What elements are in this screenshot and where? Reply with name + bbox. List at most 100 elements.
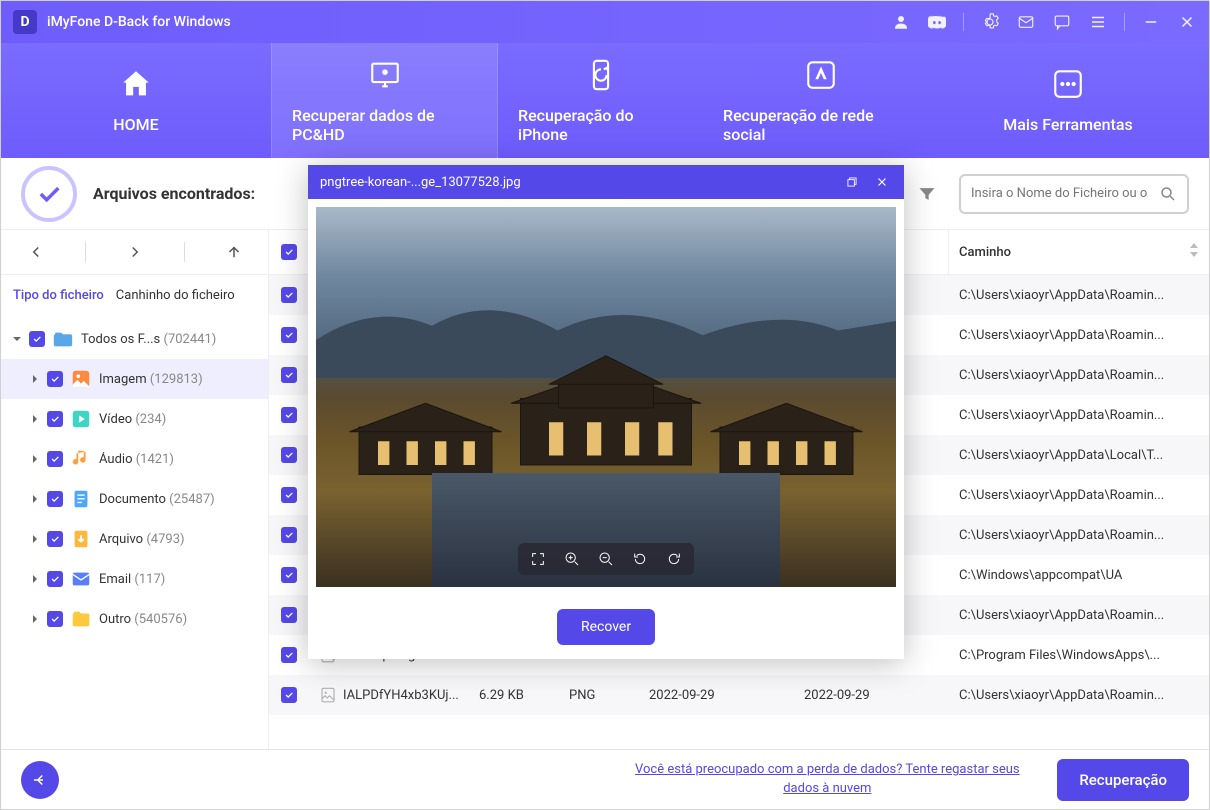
category-icon bbox=[69, 607, 93, 631]
nav-up[interactable] bbox=[214, 237, 254, 267]
gear-icon[interactable] bbox=[980, 12, 1000, 32]
row-checkbox[interactable] bbox=[281, 607, 297, 623]
tree-label: Documento (25487) bbox=[99, 492, 215, 507]
tree-label: Vídeo (234) bbox=[99, 412, 166, 427]
tree-item[interactable]: Documento (25487) bbox=[1, 479, 268, 519]
rotate-left-icon[interactable] bbox=[630, 549, 650, 569]
sidebar-tab-path[interactable]: Canhinho do ficheiro bbox=[116, 288, 235, 303]
tab-home[interactable]: HOME bbox=[1, 43, 271, 158]
table-row[interactable]: IALPDfYH4xb3KUj...6.29 KBPNG2022-09-2920… bbox=[269, 675, 1209, 715]
tree-label: Arquivo (4793) bbox=[99, 532, 185, 547]
footer: Você está preocupado com a perda de dado… bbox=[1, 749, 1209, 809]
footer-cloud-link[interactable]: Você está preocupado com a perda de dado… bbox=[617, 761, 1037, 797]
home-icon bbox=[119, 67, 153, 105]
th-path[interactable]: Caminho bbox=[949, 230, 1209, 274]
category-icon bbox=[69, 407, 93, 431]
nav-back[interactable] bbox=[16, 237, 56, 267]
preview-recover-button[interactable]: Recover bbox=[557, 609, 655, 645]
preview-toolbar bbox=[518, 543, 694, 575]
search-input[interactable] bbox=[971, 186, 1151, 201]
tree-item[interactable]: Arquivo (4793) bbox=[1, 519, 268, 559]
row-checkbox[interactable] bbox=[281, 447, 297, 463]
row-checkbox[interactable] bbox=[281, 647, 297, 663]
caret-icon[interactable] bbox=[11, 334, 23, 344]
preview-modal: pngtree-korean-...ge_13077528.jpg Recove… bbox=[308, 165, 904, 659]
tree-checkbox[interactable] bbox=[47, 371, 63, 387]
caret-icon[interactable] bbox=[29, 614, 41, 624]
row-checkbox[interactable] bbox=[281, 287, 297, 303]
tab-more-tools[interactable]: Mais Ferramentas bbox=[938, 43, 1198, 158]
row-checkbox[interactable] bbox=[281, 407, 297, 423]
caret-icon[interactable] bbox=[29, 494, 41, 504]
fullscreen-icon[interactable] bbox=[528, 549, 548, 569]
tree-item[interactable]: Todos os F...s (702441) bbox=[1, 319, 268, 359]
tab-recover-pc[interactable]: Recuperar dados de PC&HD bbox=[272, 43, 497, 158]
app-logo: D bbox=[13, 10, 37, 34]
category-icon bbox=[69, 487, 93, 511]
preview-image bbox=[316, 207, 896, 587]
file-icon bbox=[319, 686, 337, 704]
more-icon bbox=[1051, 67, 1085, 105]
status-label: Arquivos encontrados: bbox=[93, 184, 255, 203]
monitor-icon bbox=[368, 58, 402, 96]
menu-icon[interactable] bbox=[1088, 12, 1108, 32]
footer-back-button[interactable] bbox=[21, 761, 59, 799]
phone-icon bbox=[584, 58, 618, 96]
search-input-wrap[interactable] bbox=[959, 174, 1189, 214]
sidebar: Tipo do ficheiro Canhinho do ficheiro To… bbox=[1, 230, 269, 749]
zoom-out-icon[interactable] bbox=[596, 549, 616, 569]
row-checkbox[interactable] bbox=[281, 367, 297, 383]
row-checkbox[interactable] bbox=[281, 327, 297, 343]
category-icon bbox=[69, 527, 93, 551]
preview-close-icon[interactable] bbox=[872, 172, 892, 192]
caret-icon[interactable] bbox=[29, 374, 41, 384]
filter-icon[interactable] bbox=[911, 178, 943, 210]
tree-label: Outro (540576) bbox=[99, 612, 187, 627]
tree-item[interactable]: Imagem (129813) bbox=[1, 359, 268, 399]
nav-forward[interactable] bbox=[115, 237, 155, 267]
tab-recover-iphone[interactable]: Recuperação do iPhone bbox=[498, 43, 703, 158]
minimize-icon[interactable] bbox=[1141, 12, 1161, 32]
category-icon bbox=[69, 447, 93, 471]
category-icon bbox=[69, 367, 93, 391]
tree-checkbox[interactable] bbox=[47, 451, 63, 467]
tree-item[interactable]: Vídeo (234) bbox=[1, 399, 268, 439]
footer-recover-button[interactable]: Recuperação bbox=[1057, 759, 1189, 801]
tree-checkbox[interactable] bbox=[29, 331, 45, 347]
tree-checkbox[interactable] bbox=[47, 411, 63, 427]
tree-item[interactable]: Áudio (1421) bbox=[1, 439, 268, 479]
caret-icon[interactable] bbox=[29, 574, 41, 584]
preview-restore-icon[interactable] bbox=[842, 172, 862, 192]
category-icon bbox=[51, 327, 75, 351]
status-check-icon bbox=[21, 166, 77, 222]
account-icon[interactable] bbox=[891, 12, 911, 32]
tree-checkbox[interactable] bbox=[47, 611, 63, 627]
tree-checkbox[interactable] bbox=[47, 571, 63, 587]
caret-icon[interactable] bbox=[29, 454, 41, 464]
select-all-checkbox[interactable] bbox=[281, 244, 297, 260]
tab-recover-social[interactable]: Recuperação de rede social bbox=[703, 43, 938, 158]
tree-checkbox[interactable] bbox=[47, 491, 63, 507]
tree-item[interactable]: Email (117) bbox=[1, 559, 268, 599]
feedback-icon[interactable] bbox=[1052, 12, 1072, 32]
row-checkbox[interactable] bbox=[281, 567, 297, 583]
row-checkbox[interactable] bbox=[281, 487, 297, 503]
close-icon[interactable] bbox=[1177, 12, 1197, 32]
sidebar-tab-type[interactable]: Tipo do ficheiro bbox=[13, 288, 104, 303]
mail-icon[interactable] bbox=[1016, 12, 1036, 32]
tree-label: Todos os F...s (702441) bbox=[81, 332, 216, 347]
row-checkbox[interactable] bbox=[281, 527, 297, 543]
rotate-right-icon[interactable] bbox=[664, 549, 684, 569]
caret-icon[interactable] bbox=[29, 414, 41, 424]
preview-filename: pngtree-korean-...ge_13077528.jpg bbox=[320, 175, 832, 190]
search-icon bbox=[1159, 185, 1177, 203]
discord-icon[interactable] bbox=[927, 12, 947, 32]
tree-label: Áudio (1421) bbox=[99, 452, 174, 467]
caret-icon[interactable] bbox=[29, 534, 41, 544]
row-checkbox[interactable] bbox=[281, 687, 297, 703]
zoom-in-icon[interactable] bbox=[562, 549, 582, 569]
tree-checkbox[interactable] bbox=[47, 531, 63, 547]
tree-item[interactable]: Outro (540576) bbox=[1, 599, 268, 639]
tree-label: Email (117) bbox=[99, 572, 165, 587]
titlebar: D iMyFone D-Back for Windows bbox=[1, 1, 1209, 43]
